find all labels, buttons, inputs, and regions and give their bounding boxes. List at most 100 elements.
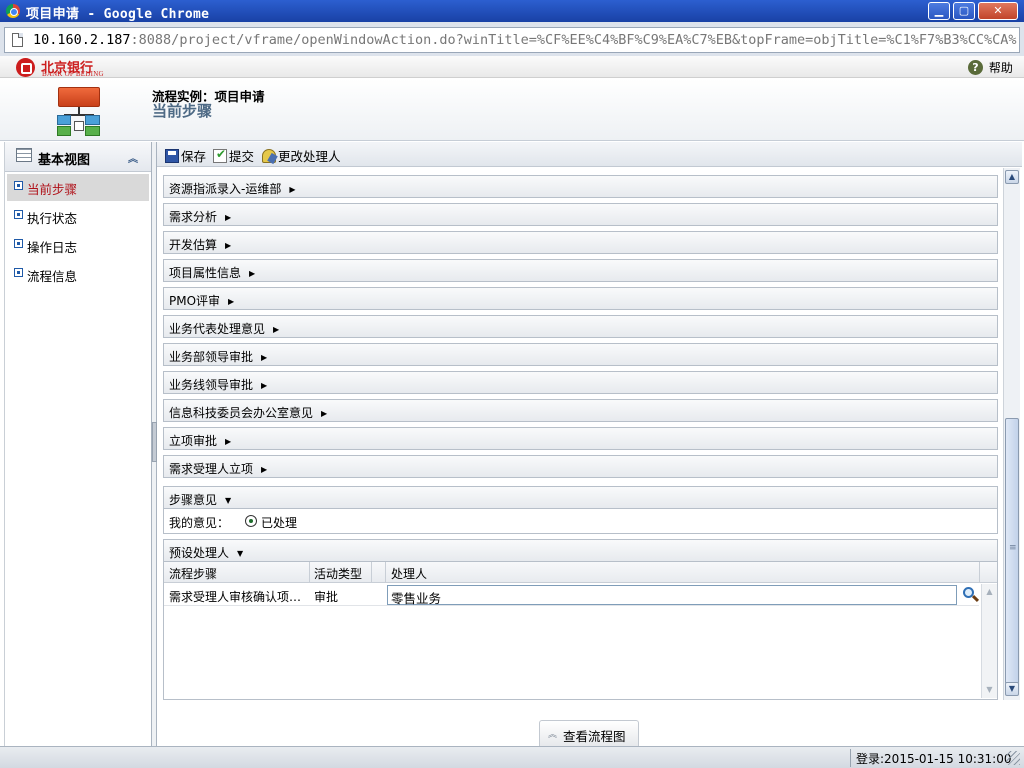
handler-input[interactable]: 零售业务	[387, 585, 957, 606]
help-link[interactable]: ? 帮助	[968, 59, 1013, 76]
column-header[interactable]: 活动类型	[314, 565, 362, 582]
save-icon	[165, 149, 179, 163]
expand-arrow-icon: ▶	[261, 381, 268, 390]
current-step-title: 当前步骤	[152, 102, 213, 120]
url-field[interactable]: 10.160.2.187:8088/project/vframe/openWin…	[4, 27, 1020, 53]
sidebar-item-process-info[interactable]: 流程信息	[7, 261, 149, 288]
my-opinion-label: 我的意见：	[169, 516, 230, 530]
processed-radio-label[interactable]: 已处理	[261, 514, 297, 531]
expand-arrow-icon: ▶	[261, 465, 268, 474]
grid-scrollbar[interactable]: ▲ ▼	[981, 584, 997, 698]
chrome-logo-icon	[6, 4, 20, 18]
bullet-icon	[14, 268, 23, 277]
section-line-leader-approval[interactable]: 业务线领导审批 ▶	[163, 371, 998, 394]
workflow-icon	[56, 87, 102, 137]
scroll-down-icon[interactable]: ▼	[1005, 682, 1019, 696]
section-resource-assignment[interactable]: 资源指派录入-运维部 ▶	[163, 175, 998, 198]
expand-arrow-icon: ▶	[225, 213, 232, 222]
main-scrollbar[interactable]: ▲ ▼	[1003, 168, 1020, 700]
view-flowchart-button[interactable]: ︽ 查看流程图	[539, 720, 639, 746]
column-header[interactable]: 流程步骤	[169, 565, 217, 582]
sidebar-item-label: 流程信息	[27, 269, 78, 284]
close-button[interactable]: ✕	[978, 2, 1018, 20]
section-preset-handler[interactable]: 预设处理人 ▼	[163, 539, 998, 562]
url-text[interactable]: 10.160.2.187:8088/project/vframe/openWin…	[33, 32, 1017, 48]
sidebar: 基本视图 ︽ 当前步骤 执行状态 操作日志 流程信息	[4, 142, 152, 746]
section-project-approval[interactable]: 立项审批 ▶	[163, 427, 998, 450]
minimize-button[interactable]: ▁	[928, 2, 950, 20]
change-handler-label: 更改处理人	[278, 149, 341, 164]
bank-logo-icon	[16, 58, 35, 77]
help-icon: ?	[968, 60, 983, 75]
help-label: 帮助	[988, 61, 1013, 75]
collapse-icon[interactable]: ︽	[128, 150, 138, 165]
login-time: 登录:2015-01-15 10:31:00	[856, 752, 1012, 766]
scroll-up-icon[interactable]: ▲	[984, 586, 995, 597]
expand-arrow-icon: ▶	[225, 437, 232, 446]
section-title: 项目属性信息	[169, 266, 242, 280]
sidebar-item-execution-status[interactable]: 执行状态	[7, 203, 149, 230]
view-flowchart-label: 查看流程图	[563, 729, 626, 744]
app-header: 北京银行 BANK OF BEIJING ? 帮助	[0, 56, 1024, 78]
section-dept-leader-approval[interactable]: 业务部领导审批 ▶	[163, 343, 998, 366]
submit-icon	[213, 147, 227, 163]
section-title: 业务线领导审批	[169, 378, 254, 392]
sidebar-title: 基本视图	[38, 153, 91, 168]
edit-user-icon	[262, 149, 276, 163]
collapse-arrow-icon: ▼	[237, 549, 244, 558]
bullet-icon	[14, 181, 23, 190]
url-path: :8088/project/vframe/openWindowAction.do…	[130, 32, 1017, 48]
section-title: 信息科技委员会办公室意见	[169, 406, 314, 420]
section-title: 开发估算	[169, 238, 218, 252]
section-it-committee-opinion[interactable]: 信息科技委员会办公室意见 ▶	[163, 399, 998, 422]
url-host: 10.160.2.187	[33, 32, 131, 48]
resize-grip-icon[interactable]	[1006, 751, 1020, 765]
bullet-icon	[14, 210, 23, 219]
section-step-opinion[interactable]: 步骤意见 ▼	[163, 486, 998, 509]
column-header[interactable]: 处理人	[391, 565, 427, 582]
submit-label: 提交	[229, 149, 255, 164]
scrollbar-thumb[interactable]	[1005, 418, 1019, 684]
section-title: PMO评审	[169, 294, 221, 308]
window-title: 项目申请 - Google Chrome	[26, 7, 210, 22]
collapse-arrow-icon: ▼	[225, 496, 232, 505]
sidebar-item-current-step[interactable]: 当前步骤	[7, 174, 149, 201]
bullet-icon	[14, 239, 23, 248]
section-title: 需求分析	[169, 210, 218, 224]
scroll-down-icon[interactable]: ▼	[984, 684, 995, 695]
section-requirement-receiver[interactable]: 需求受理人立项 ▶	[163, 455, 998, 478]
grid-header: 流程步骤 活动类型 处理人	[164, 562, 997, 583]
type-cell: 审批	[314, 590, 339, 604]
sidebar-item-label: 操作日志	[27, 240, 78, 255]
section-title: 预设处理人	[169, 546, 230, 560]
address-bar: 10.160.2.187:8088/project/vframe/openWin…	[0, 22, 1024, 56]
section-project-attributes[interactable]: 项目属性信息 ▶	[163, 259, 998, 282]
table-row[interactable]: 需求受理人审核确认项… 审批 零售业务	[164, 584, 980, 606]
section-business-rep-opinion[interactable]: 业务代表处理意见 ▶	[163, 315, 998, 338]
maximize-button[interactable]: ▢	[953, 2, 975, 20]
processed-radio[interactable]	[245, 515, 257, 527]
sidebar-item-label: 执行状态	[27, 211, 78, 226]
expand-arrow-icon: ▶	[249, 269, 256, 278]
preset-handler-grid: 流程步骤 活动类型 处理人 需求受理人审核确认项… 审批 零售业务 ▲ ▼	[163, 562, 998, 700]
step-cell: 需求受理人审核确认项…	[169, 590, 302, 604]
expand-arrow-icon: ▶	[225, 241, 232, 250]
save-button[interactable]: 保存	[165, 146, 206, 164]
process-header: 流程实例：项目申请 当前步骤	[0, 79, 1024, 141]
change-handler-button[interactable]: 更改处理人	[262, 146, 341, 164]
sidebar-header: 基本视图 ︽	[5, 142, 151, 172]
section-title: 立项审批	[169, 434, 218, 448]
sidebar-item-operation-log[interactable]: 操作日志	[7, 232, 149, 259]
section-requirement-analysis[interactable]: 需求分析 ▶	[163, 203, 998, 226]
submit-button[interactable]: 提交	[213, 146, 255, 164]
section-title: 需求受理人立项	[169, 462, 254, 476]
section-pmo-review[interactable]: PMO评审 ▶	[163, 287, 998, 310]
section-title: 业务代表处理意见	[169, 322, 266, 336]
form-content: 资源指派录入-运维部 ▶ 需求分析 ▶ 开发估算 ▶ 项目属性信息 ▶ PMO评审 ▶ 业…	[157, 168, 1003, 700]
section-dev-estimate[interactable]: 开发估算 ▶	[163, 231, 998, 254]
search-icon[interactable]	[962, 586, 980, 604]
sidebar-item-label: 当前步骤	[27, 182, 78, 197]
scroll-up-icon[interactable]: ▲	[1005, 170, 1019, 184]
section-title: 步骤意见	[169, 493, 218, 507]
expand-arrow-icon: ▶	[261, 353, 268, 362]
